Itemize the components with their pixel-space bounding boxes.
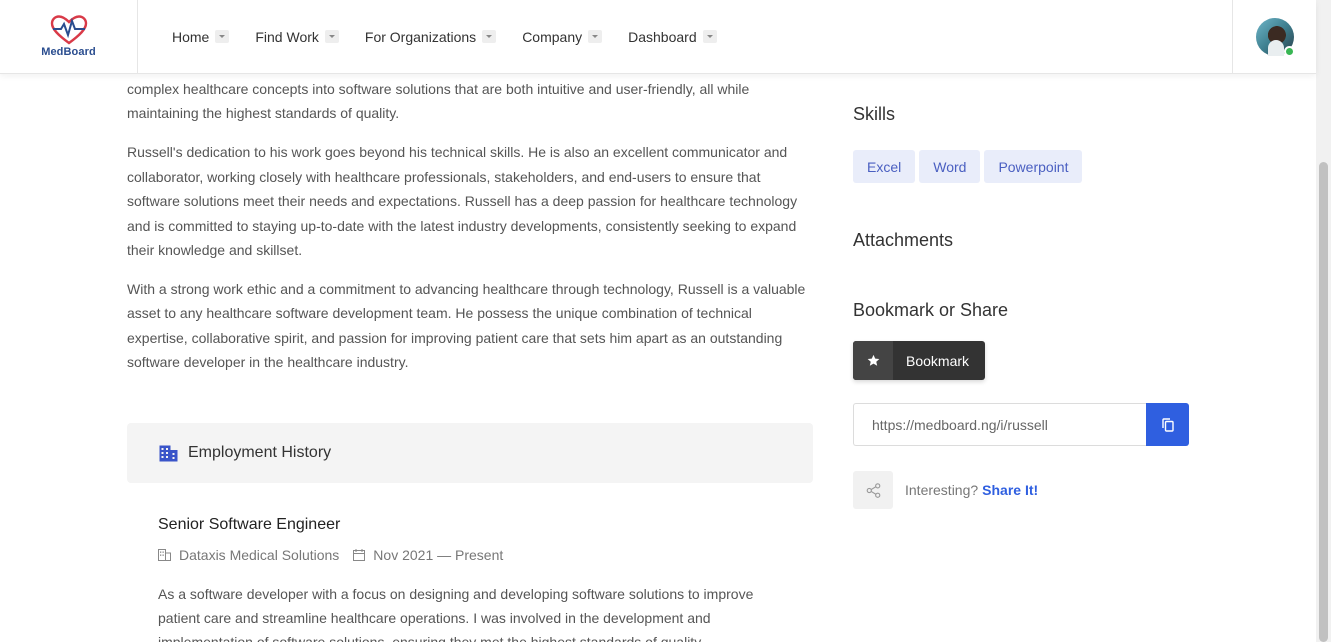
bookmark-share-heading: Bookmark or Share [853, 300, 1009, 320]
share-it-link[interactable]: Share It! [982, 482, 1038, 498]
nav-item-dashboard[interactable]: Dashboard [628, 29, 717, 45]
employment-entry: Senior Software Engineer Dataxis Medical… [158, 516, 798, 642]
employment-history-header: Employment History [127, 423, 813, 483]
nav-item-label: Company [522, 28, 583, 45]
chevron-down-icon [482, 30, 497, 43]
job-meta: Dataxis Medical Solutions Nov 2021 — Pre… [158, 547, 798, 563]
share-prompt-text: Interesting? Share It! [905, 482, 1038, 498]
job-company-name: Dataxis Medical Solutions [179, 547, 340, 563]
skill-tag[interactable]: Powerpoint [984, 150, 1083, 183]
share-icon[interactable] [853, 471, 893, 509]
main-nav: Home Find Work For Organizations Company… [138, 0, 1232, 73]
online-status-indicator [1283, 45, 1295, 57]
building-icon [158, 549, 171, 561]
job-description: As a software developer with a focus on … [158, 586, 754, 642]
star-icon [853, 341, 893, 380]
about-section: complex healthcare concepts into softwar… [127, 76, 813, 389]
user-menu[interactable] [1232, 0, 1316, 73]
job-period-text: Nov 2021 — Present [373, 547, 504, 563]
nav-item-label: For Organizations [364, 28, 477, 45]
nav-item-home[interactable]: Home [172, 28, 230, 45]
skills-list: Excel Word Powerpoint [853, 150, 1086, 183]
nav-item-find-work[interactable]: Find Work [255, 29, 339, 45]
job-title: Senior Software Engineer [158, 516, 341, 533]
section-title: Employment History [188, 444, 332, 461]
job-company: Dataxis Medical Solutions [158, 547, 339, 563]
nav-item-for-organizations[interactable]: For Organizations [364, 28, 497, 45]
nav-item-company[interactable]: Company [522, 28, 603, 45]
copy-link-button[interactable] [1146, 403, 1189, 446]
chevron-down-icon [702, 30, 717, 43]
bookmark-button-label: Bookmark [906, 352, 970, 369]
skill-tag[interactable]: Word [919, 150, 981, 183]
job-period: Nov 2021 — Present [353, 547, 503, 563]
copy-icon [1161, 417, 1174, 432]
chevron-down-icon [588, 30, 603, 43]
about-paragraph: Russell's dedication to his work goes be… [127, 144, 798, 258]
share-prompt: Interesting? Share It! [853, 471, 1038, 509]
page-scrollbar[interactable] [1316, 0, 1331, 642]
avatar[interactable] [1255, 17, 1295, 57]
chevron-down-icon [215, 30, 230, 43]
about-paragraph: With a strong work ethic and a commitmen… [127, 280, 806, 371]
chevron-down-icon [324, 30, 339, 43]
skills-heading: Skills [853, 104, 896, 124]
site-header: MedBoard Home Find Work For Organization… [0, 0, 1316, 74]
nav-item-label: Home [172, 28, 210, 45]
nav-item-label: Find Work [255, 28, 319, 45]
attachments-heading: Attachments [853, 230, 954, 250]
brand-logo[interactable]: MedBoard [0, 0, 138, 73]
brand-name: MedBoard [41, 46, 96, 58]
heart-pulse-icon [50, 15, 87, 45]
building-icon [159, 445, 178, 461]
calendar-icon [353, 549, 366, 561]
share-link-row [853, 403, 1189, 446]
skill-tag[interactable]: Excel [853, 150, 916, 183]
interesting-label: Interesting? [905, 482, 979, 498]
nav-item-label: Dashboard [628, 28, 697, 45]
share-url-input[interactable] [853, 403, 1146, 446]
about-paragraph: complex healthcare concepts into softwar… [127, 81, 750, 122]
scrollbar-thumb[interactable] [1319, 162, 1328, 642]
bookmark-button[interactable]: Bookmark [853, 341, 985, 380]
